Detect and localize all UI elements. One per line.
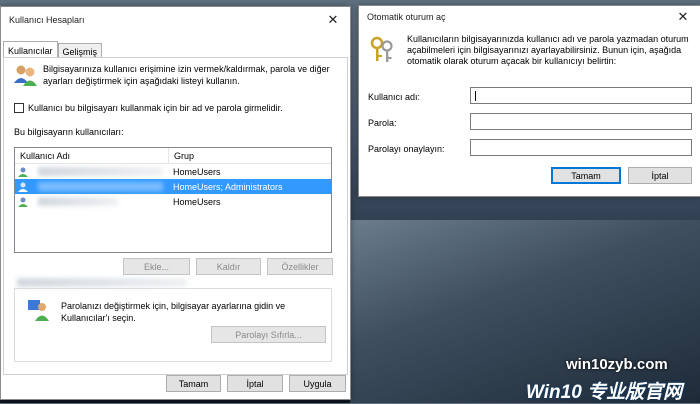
remove-user-button[interactable]: Kaldır — [196, 258, 261, 275]
password-users-icon — [27, 298, 51, 322]
username-input[interactable] — [470, 87, 692, 104]
intro-text: Bilgisayarınıza kullanıcı erişimine izin… — [43, 64, 330, 86]
ok-button[interactable]: Tamam — [551, 167, 621, 184]
user-icon — [18, 167, 28, 177]
auto-login-window: Otomatik oturum aç ✕ Kullanıcıların bilg… — [358, 5, 700, 197]
ok-button[interactable]: Tamam — [166, 375, 221, 392]
title-bar: Otomatik oturum aç ✕ — [359, 6, 700, 28]
group-box-title-redacted — [17, 278, 187, 287]
group-cell: HomeUsers — [173, 196, 221, 207]
users-list[interactable]: Kullanıcı Adı Grup HomeUsers HomeUsers; … — [14, 147, 332, 253]
cancel-button[interactable]: İptal — [628, 167, 692, 184]
users-label: Bu bilgisayarın kullanıcıları: — [14, 127, 124, 137]
password-label: Parola: — [368, 118, 397, 128]
tab-label: Gelişmiş — [62, 47, 98, 57]
password-input[interactable] — [470, 113, 692, 130]
user-icon — [18, 197, 28, 207]
username-redacted — [38, 197, 118, 206]
group-cell: HomeUsers — [173, 166, 221, 177]
username-redacted — [38, 167, 163, 176]
confirm-password-input[interactable] — [470, 139, 692, 156]
text-caret — [475, 91, 476, 101]
username-label: Kullanıcı adı: — [368, 92, 421, 102]
add-user-button[interactable]: Ekle... — [123, 258, 190, 275]
password-required-checkbox[interactable] — [14, 103, 24, 113]
window-title: Otomatik oturum aç — [367, 12, 446, 22]
window-title: Kullanıcı Hesapları — [9, 15, 85, 25]
user-accounts-window: Kullanıcı Hesapları ✕ Kullanıcılar Geliş… — [0, 6, 351, 400]
checkbox-label: Kullanıcı bu bilgisayarı kullanmak için … — [28, 103, 283, 113]
tab-label: Kullanıcılar — [8, 46, 53, 56]
confirm-password-label: Parolayı onaylayın: — [368, 144, 445, 154]
username-redacted — [38, 182, 163, 191]
password-info-text: Parolanızı değiştirmek için, bilgisayar … — [61, 301, 286, 323]
properties-button[interactable]: Özellikler — [267, 258, 333, 275]
user-icon — [18, 182, 28, 192]
apply-button[interactable]: Uygula — [289, 375, 346, 392]
reset-password-button[interactable]: Parolayı Sıfırla... — [211, 326, 326, 343]
column-header-username[interactable]: Kullanıcı Adı — [15, 148, 169, 163]
desktop-background — [350, 220, 700, 403]
table-row[interactable]: HomeUsers — [15, 164, 331, 179]
close-icon[interactable]: ✕ — [324, 11, 342, 29]
users-icon — [13, 63, 39, 87]
list-header: Kullanıcı Adı Grup — [15, 148, 331, 164]
description-text: Kullanıcıların bilgisayarınızda kullanıc… — [407, 34, 689, 66]
keys-icon — [369, 36, 395, 64]
group-cell: HomeUsers; Administrators — [173, 181, 283, 192]
cancel-button[interactable]: İptal — [227, 375, 283, 392]
watermark-brand: Win10 专业版官网 — [526, 382, 683, 403]
password-required-checkbox-row[interactable]: Kullanıcı bu bilgisayarı kullanmak için … — [14, 103, 283, 113]
close-icon[interactable]: ✕ — [674, 8, 692, 26]
table-row[interactable]: HomeUsers; Administrators — [15, 179, 331, 194]
column-header-group[interactable]: Grup — [169, 148, 331, 163]
title-bar: Kullanıcı Hesapları ✕ — [1, 7, 350, 33]
table-row[interactable]: HomeUsers — [15, 194, 331, 209]
watermark-url: win10zyb.com — [566, 356, 668, 373]
